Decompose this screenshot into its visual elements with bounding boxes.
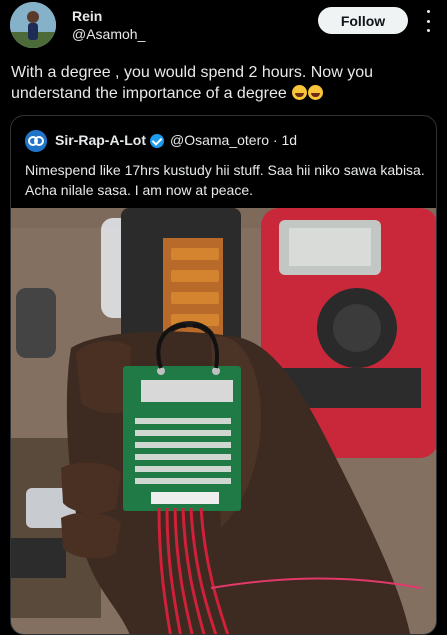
tweet-text: With a degree , you would spend 2 hours.…	[11, 62, 431, 104]
user-handle[interactable]: @Asamoh_	[72, 26, 145, 42]
verified-badge-icon	[150, 134, 164, 148]
rolling-laughing-emoji-icon	[292, 85, 308, 100]
quote-handle-time[interactable]: @Osama_otero · 1d	[170, 132, 297, 148]
quote-display-name[interactable]: Sir-Rap-A-Lot	[55, 132, 146, 148]
quote-time: · 1d	[272, 132, 298, 148]
follow-button[interactable]: Follow	[318, 7, 408, 34]
rolling-laughing-emoji-icon	[308, 85, 324, 100]
quote-avatar[interactable]	[25, 130, 47, 152]
quote-media-photo[interactable]	[11, 208, 437, 635]
quote-handle[interactable]: @Osama_otero	[170, 132, 269, 148]
quote-text: Nimespend like 17hrs kustudy hii stuff. …	[25, 162, 425, 198]
user-avatar[interactable]	[10, 2, 56, 48]
tweet-header: Rein @Asamoh_ Follow	[0, 0, 447, 56]
display-name[interactable]: Rein	[72, 8, 102, 24]
more-vertical-icon[interactable]	[424, 10, 432, 32]
quoted-tweet[interactable]: Sir-Rap-A-Lot @Osama_otero · 1d Nimespen…	[10, 115, 437, 635]
